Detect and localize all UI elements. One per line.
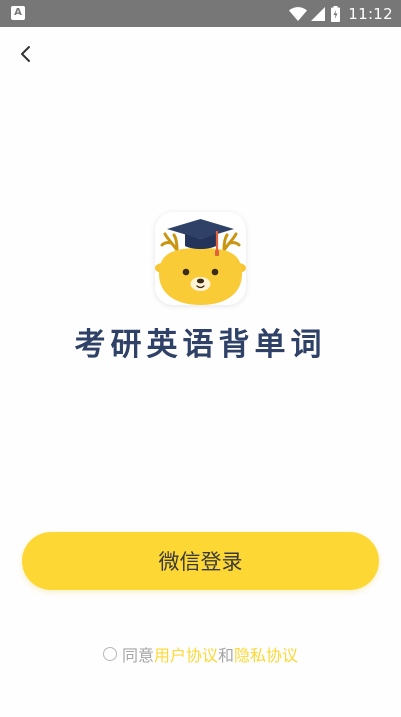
- notification-a-icon: A: [11, 6, 25, 20]
- login-button-label: 微信登录: [158, 550, 243, 574]
- agreement-row: 同意 用户协议 和 隐私协议: [0, 643, 401, 665]
- chevron-left-icon: [21, 46, 30, 62]
- status-bar: A 11:12: [0, 0, 401, 27]
- agree-conjunction-text: 和: [218, 646, 235, 665]
- agree-radio-button[interactable]: [102, 647, 117, 661]
- agree-prefix-text: 同意: [121, 646, 154, 665]
- wifi-icon: [289, 6, 308, 21]
- app-logo: [155, 212, 246, 305]
- signal-icon: [311, 6, 326, 21]
- deer-graduation-cap-logo: [155, 219, 246, 305]
- battery-charging-icon: [331, 5, 341, 22]
- back-button[interactable]: [12, 40, 40, 68]
- login-screen: A 11:12 考研英语背单词 微信登录 同意 用户协议 和 隐私协议: [0, 0, 401, 717]
- status-time: 11:12: [348, 4, 393, 23]
- user-agreement-link[interactable]: 用户协议: [154, 642, 218, 666]
- app-title: 考研英语背单词: [74, 327, 327, 363]
- status-bar-right: 11:12: [289, 0, 393, 27]
- privacy-policy-link[interactable]: 隐私协议: [234, 642, 298, 666]
- wechat-login-button[interactable]: 微信登录: [22, 532, 379, 590]
